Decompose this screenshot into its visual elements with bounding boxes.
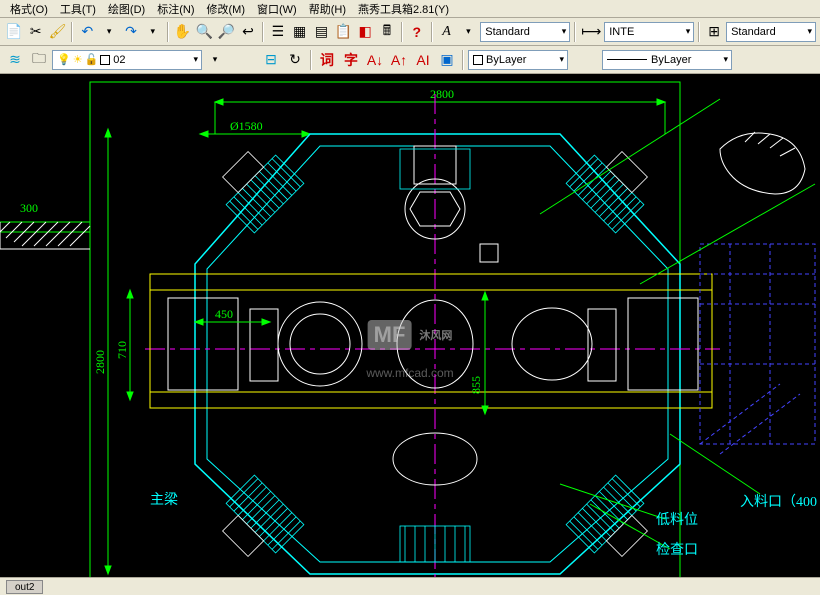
layer-dropdown[interactable]: 💡 ☀ 🔓 02 [52,50,202,70]
layer-color-swatch [100,55,110,65]
calc-icon[interactable]: 🖩 [377,21,397,43]
text-a2-icon[interactable]: A↑ [388,49,410,71]
tpalette-icon[interactable]: ▤ [312,21,332,43]
layerprops-icon[interactable]: 🗀 [28,49,50,71]
separator [698,22,700,42]
layers-icon[interactable]: ≋ [4,49,26,71]
menu-yanxiu[interactable]: 燕秀工具箱2.81(Y) [352,0,455,17]
color-dropdown[interactable]: ByLayer [468,50,568,70]
dim-style-dropdown[interactable]: INTE [604,22,694,42]
lock-icon: 🔓 [85,53,99,66]
new-icon[interactable]: 📄 [4,21,24,43]
menu-modify[interactable]: 修改(M) [201,0,252,17]
text-style-value: Standard [485,26,530,38]
layer-dd-icon[interactable]: ▾ [204,49,226,71]
note-low: 低料位 [656,512,698,528]
separator [167,22,169,42]
layerprev-icon[interactable]: ↻ [284,49,306,71]
layer-name: 02 [113,54,125,66]
menu-format[interactable]: 格式(O) [4,0,54,17]
dim-855: 855 [469,376,483,394]
dim-style-value: INTE [609,26,634,38]
undo-icon[interactable]: ↶ [77,21,97,43]
dim-450: 450 [215,307,233,321]
pan-icon[interactable]: ✋ [173,21,193,43]
zoom-window-icon[interactable]: 🔎 [216,21,236,43]
sun-icon: ☀ [73,53,83,66]
note-inspect: 检查口 [656,542,698,558]
dim-phi1580: Ø1580 [230,119,263,133]
text-ai-icon[interactable]: AI [412,49,434,71]
menu-dim[interactable]: 标注(N) [151,0,200,17]
cut-icon[interactable]: ✂ [26,21,46,43]
line-swatch [607,59,647,60]
text-a1-icon[interactable]: A↓ [364,49,386,71]
zoom-realtime-icon[interactable]: 🔍 [195,21,215,43]
menubar: 格式(O) 工具(T) 绘图(D) 标注(N) 修改(M) 窗口(W) 帮助(H… [0,0,820,18]
separator [401,22,403,42]
dcenter-icon[interactable]: ▦ [290,21,310,43]
separator [431,22,433,42]
menu-draw[interactable]: 绘图(D) [102,0,151,17]
color-swatch [473,55,483,65]
layeriso-icon[interactable]: ⊟ [260,49,282,71]
brush-icon[interactable]: 🖌 [48,21,68,43]
menu-window[interactable]: 窗口(W) [251,0,303,17]
separator [71,22,73,42]
note-inlet: 入料口（400 [740,494,817,510]
dim-2800-left: 2800 [93,350,107,374]
zoom-prev-icon[interactable]: ↩ [238,21,258,43]
zi-button[interactable]: 字 [340,49,362,71]
linetype-value: ByLayer [651,54,691,66]
textstyle-icon[interactable]: A [437,21,457,43]
dim-2800-top: 2800 [430,87,454,101]
separator [462,50,464,70]
help-icon[interactable]: ? [407,21,427,43]
separator [574,22,576,42]
table-style-value: Standard [731,26,776,38]
redo-icon[interactable]: ↷ [121,21,141,43]
toolbar-2: ≋ 🗀 💡 ☀ 🔓 02 ▾ ⊟ ↻ 词 字 A↓ A↑ AI ▣ ByLaye… [0,46,820,74]
menu-tools[interactable]: 工具(T) [54,0,102,17]
ci-button[interactable]: 词 [316,49,338,71]
textstyle-dd-icon[interactable]: ▾ [458,21,478,43]
bulb-icon: 💡 [57,53,71,66]
markup-icon[interactable]: ◧ [355,21,375,43]
statusbar: out2 [0,577,820,595]
separator [262,22,264,42]
dimstyle-icon[interactable]: ⟼ [580,21,602,43]
layout-tab[interactable]: out2 [6,580,43,594]
text-style-dropdown[interactable]: Standard [480,22,570,42]
dim-300: 300 [20,201,38,215]
dim-710: 710 [115,341,129,359]
separator [310,50,312,70]
undo-dd-icon[interactable]: ▾ [99,21,119,43]
watermark-url: www.mfcad.com [366,366,453,380]
linetype-dropdown[interactable]: ByLayer [602,50,732,70]
cad-drawing: 2800 Ø1580 300 2800 710 [0,74,820,595]
tablestyle-icon[interactable]: ⊞ [704,21,724,43]
sheet-icon[interactable]: 📋 [333,21,353,43]
block-icon[interactable]: ▣ [436,49,458,71]
drawing-canvas[interactable]: 2800 Ø1580 300 2800 710 [0,74,820,595]
redo-dd-icon[interactable]: ▾ [143,21,163,43]
table-style-dropdown[interactable]: Standard [726,22,816,42]
properties-icon[interactable]: ☰ [268,21,288,43]
menu-help[interactable]: 帮助(H) [303,0,352,17]
note-beam: 主梁 [150,492,178,508]
color-value: ByLayer [486,54,526,66]
toolbar-1: 📄 ✂ 🖌 ↶ ▾ ↷ ▾ ✋ 🔍 🔎 ↩ ☰ ▦ ▤ 📋 ◧ 🖩 ? A ▾ … [0,18,820,46]
